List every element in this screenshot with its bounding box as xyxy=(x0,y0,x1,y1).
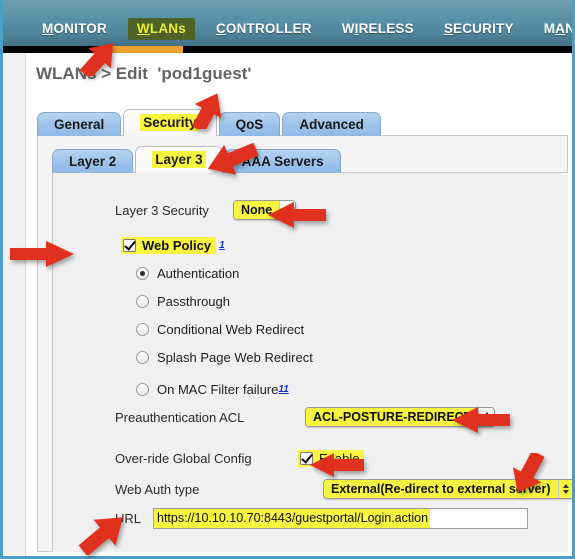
main-navigation-bar: MONITOR WLANs CONTROLLER WIRELESS SECURI… xyxy=(3,0,572,46)
radio-splash-page-web-redirect[interactable]: Splash Page Web Redirect xyxy=(136,350,313,365)
radio-authentication-label: Authentication xyxy=(157,266,240,281)
label-override-global-config: Over-ride Global Config xyxy=(115,451,252,466)
radio-passthrough-label: Passthrough xyxy=(157,294,230,309)
checkmark-icon xyxy=(123,239,136,252)
tab-security[interactable]: Security xyxy=(123,109,217,136)
select-layer3-security-value: None xyxy=(234,201,280,219)
row-preauth-acl: Preauthentication ACL ACL-POSTURE-REDIRE… xyxy=(115,407,496,427)
tab-layer-3[interactable]: Layer 3 xyxy=(135,146,223,173)
page-title: WLANs > Edit 'pod1guest' xyxy=(36,64,252,83)
select-web-auth-type-value: External(Re-direct to external server) xyxy=(324,480,558,498)
nav-item-security[interactable]: SECURITY xyxy=(435,18,523,40)
nav-item-wlans[interactable]: WLANs xyxy=(127,18,195,40)
label-layer3-security: Layer 3 Security xyxy=(115,202,209,218)
label-preauth-acl: Preauthentication ACL xyxy=(115,409,245,425)
layer3-tab-panel: Layer 3 Security None Web Policy 1 Authe… xyxy=(52,172,572,552)
page-body: WLANs > Edit 'pod1guest' General Securit… xyxy=(3,53,572,556)
radio-dot-icon xyxy=(136,383,149,396)
chevron-updown-icon xyxy=(557,480,572,498)
left-rail xyxy=(3,53,26,556)
footnote-link-mac-filter[interactable]: 11 xyxy=(278,384,288,395)
security-tab-panel: Layer 2 Layer 3 AAA Servers Layer 3 Secu… xyxy=(37,135,572,552)
chevron-updown-icon xyxy=(478,408,495,426)
radio-dot-icon xyxy=(136,351,149,364)
security-subtabs: Layer 2 Layer 3 AAA Servers xyxy=(52,146,343,173)
url-input[interactable]: https://10.10.10.70:8443/guestportal/Log… xyxy=(153,508,528,529)
radio-dot-icon xyxy=(136,323,149,336)
radio-on-mac-filter-failure[interactable]: On MAC Filter failure 11 xyxy=(136,382,289,397)
tab-qos[interactable]: QoS xyxy=(218,112,281,136)
tab-general[interactable]: General xyxy=(37,112,122,136)
radio-passthrough[interactable]: Passthrough xyxy=(136,294,230,309)
checkbox-override-global-config-label: Enable xyxy=(319,451,360,466)
nav-divider xyxy=(3,46,572,53)
select-preauth-acl[interactable]: ACL-POSTURE-REDIRECT xyxy=(305,407,496,427)
radio-on-mac-filter-failure-label: On MAC Filter failure xyxy=(157,382,279,397)
tab-advanced[interactable]: Advanced xyxy=(282,112,381,136)
select-web-auth-type[interactable]: External(Re-direct to external server) xyxy=(323,479,572,499)
row-web-auth-type: Web Auth type External(Re-direct to exte… xyxy=(115,479,572,499)
nav-active-indicator xyxy=(107,46,183,53)
row-override-global-config: Over-ride Global Config Enable xyxy=(115,450,365,467)
nav-item-wireless[interactable]: WIRELESS xyxy=(333,18,423,40)
chevron-updown-icon xyxy=(279,201,296,219)
tab-aaa-servers[interactable]: AAA Servers xyxy=(224,149,341,173)
nav-item-controller[interactable]: CONTROLLER xyxy=(207,18,321,40)
row-url: URL https://10.10.10.70:8443/guestportal… xyxy=(115,508,528,529)
radio-conditional-web-redirect-label: Conditional Web Redirect xyxy=(157,322,305,337)
footnote-link-web-policy[interactable]: 1 xyxy=(219,240,225,251)
select-layer3-security[interactable]: None xyxy=(233,200,297,220)
nav-item-management[interactable]: MANAGEMENT xyxy=(535,18,572,40)
wlc-window: MONITOR WLANs CONTROLLER WIRELESS SECURI… xyxy=(0,0,575,559)
label-url: URL xyxy=(115,511,142,526)
checkbox-web-policy-label: Web Policy xyxy=(142,238,212,253)
row-web-policy: Web Policy 1 xyxy=(121,237,225,254)
radio-dot-icon xyxy=(136,295,149,308)
tab-layer-2[interactable]: Layer 2 xyxy=(52,149,134,173)
radio-authentication[interactable]: Authentication xyxy=(136,266,239,281)
checkbox-web-policy[interactable]: Web Policy xyxy=(121,237,217,254)
label-web-auth-type: Web Auth type xyxy=(115,481,200,497)
row-layer3-security: Layer 3 Security None xyxy=(115,200,297,220)
radio-conditional-web-redirect[interactable]: Conditional Web Redirect xyxy=(136,322,304,337)
checkbox-override-global-config[interactable]: Enable xyxy=(298,450,365,467)
nav-item-monitor[interactable]: MONITOR xyxy=(33,18,116,40)
radio-splash-page-web-redirect-label: Splash Page Web Redirect xyxy=(157,350,313,365)
radio-dot-icon xyxy=(136,267,149,280)
url-input-value: https://10.10.10.70:8443/guestportal/Log… xyxy=(154,509,431,528)
checkmark-icon xyxy=(300,452,313,465)
select-preauth-acl-value: ACL-POSTURE-REDIRECT xyxy=(306,408,479,426)
wlan-edit-tabs: General Security QoS Advanced xyxy=(37,109,568,136)
